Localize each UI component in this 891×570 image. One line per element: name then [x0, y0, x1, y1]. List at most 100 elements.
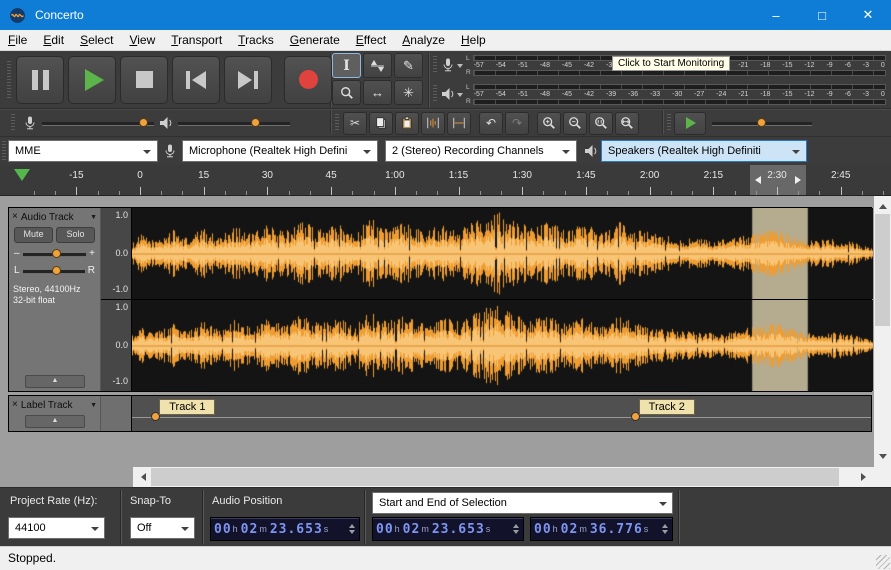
menu-select[interactable]: Select: [72, 30, 121, 50]
toolbar-grip[interactable]: [2, 141, 6, 161]
redo-button[interactable]: ↷: [505, 112, 529, 135]
minutes-value[interactable]: 02: [561, 522, 579, 537]
audio-position-display[interactable]: 00h 02m 23.653s: [210, 517, 360, 541]
amplitude-ruler[interactable]: 1.00.0-1.0 1.00.0-1.0: [101, 208, 132, 391]
menu-analyze[interactable]: Analyze: [394, 30, 453, 50]
selection-start-display[interactable]: 00h 02m 23.653s: [372, 517, 524, 541]
hours-value[interactable]: 00: [376, 522, 394, 537]
skip-to-end-button[interactable]: [224, 56, 272, 104]
pan-slider[interactable]: [23, 265, 85, 277]
playback-meter[interactable]: L R -57-54-51-48-45-42-39-36-33-30-27-24…: [430, 80, 891, 108]
slider-thumb[interactable]: [251, 118, 260, 127]
audio-track-title[interactable]: Audio Track: [21, 212, 74, 223]
seconds-value[interactable]: 36.776: [590, 522, 643, 537]
record-button[interactable]: [284, 56, 332, 104]
time-spinner[interactable]: [662, 521, 669, 537]
stop-button[interactable]: [120, 56, 168, 104]
time-spinner[interactable]: [513, 521, 520, 537]
vertical-scroll-thumb[interactable]: [875, 214, 890, 326]
audio-host-combo[interactable]: MME: [8, 140, 158, 162]
envelope-tool-button[interactable]: [363, 53, 392, 78]
copy-button[interactable]: [369, 112, 393, 135]
toolbar-grip[interactable]: [11, 114, 15, 132]
skip-to-start-button[interactable]: [172, 56, 220, 104]
track-menu-caret-icon[interactable]: ▼: [90, 402, 97, 409]
pause-button[interactable]: [16, 56, 64, 104]
slider-thumb[interactable]: [52, 249, 61, 258]
minutes-value[interactable]: 02: [403, 522, 421, 537]
menu-edit[interactable]: Edit: [35, 30, 72, 50]
close-track-button[interactable]: ×: [12, 211, 18, 223]
menu-file[interactable]: File: [0, 30, 35, 50]
menu-generate[interactable]: Generate: [282, 30, 348, 50]
silence-audio-button[interactable]: [447, 112, 471, 135]
menu-help[interactable]: Help: [453, 30, 494, 50]
play-speed-slider[interactable]: [712, 116, 812, 130]
hours-value[interactable]: 00: [214, 522, 232, 537]
vertical-scrollbar[interactable]: [874, 196, 891, 467]
paste-button[interactable]: [395, 112, 419, 135]
waveform-channel-left[interactable]: [132, 208, 873, 299]
slider-thumb[interactable]: [139, 118, 148, 127]
scroll-right-button[interactable]: [857, 467, 874, 487]
recording-volume-slider[interactable]: [42, 116, 154, 130]
close-button[interactable]: ✕: [845, 0, 891, 30]
solo-button[interactable]: Solo: [56, 227, 95, 243]
seconds-value[interactable]: 23.653: [432, 522, 485, 537]
playback-meter-body[interactable]: -57-54-51-48-45-42-39-36-33-30-27-24-21-…: [473, 84, 886, 105]
waveform-channel-right[interactable]: [132, 300, 873, 391]
gain-slider[interactable]: [23, 248, 87, 260]
collapse-track-button[interactable]: ▲: [25, 415, 85, 428]
trim-audio-button[interactable]: [421, 112, 445, 135]
mute-button[interactable]: Mute: [14, 227, 53, 243]
playback-volume-slider[interactable]: [178, 116, 290, 130]
track-label[interactable]: Track 2: [639, 399, 695, 415]
horizontal-scrollbar[interactable]: [133, 467, 874, 487]
recording-channels-combo[interactable]: 2 (Stereo) Recording Channels: [385, 140, 577, 162]
selection-mode-combo[interactable]: Start and End of Selection: [372, 492, 673, 514]
track-canvas[interactable]: × Audio Track ▼ Mute Solo – + L: [0, 196, 891, 467]
resize-grip[interactable]: [876, 555, 890, 569]
menu-transport[interactable]: Transport: [163, 30, 230, 50]
toolbar-grip[interactable]: [433, 85, 437, 103]
zoom-to-selection-button[interactable]: [589, 112, 613, 135]
timeshift-tool-button[interactable]: ↔: [363, 80, 392, 105]
slider-thumb[interactable]: [52, 266, 61, 275]
zoom-tool-button[interactable]: [332, 80, 361, 105]
zoom-fit-button[interactable]: [615, 112, 639, 135]
playhead-triangle-icon[interactable]: [14, 169, 30, 181]
draw-tool-button[interactable]: ✎: [394, 53, 423, 78]
playback-device-combo[interactable]: Speakers (Realtek High Definiti: [601, 140, 807, 162]
slider-thumb[interactable]: [757, 118, 766, 127]
label-track-content[interactable]: Track 1Track 2: [132, 396, 871, 431]
zoom-in-button[interactable]: [537, 112, 561, 135]
collapse-track-button[interactable]: ▲: [25, 375, 85, 388]
snap-to-combo[interactable]: Off: [130, 517, 195, 539]
waveform-view[interactable]: [132, 208, 871, 391]
menu-tracks[interactable]: Tracks: [230, 30, 282, 50]
scroll-up-button[interactable]: [874, 196, 891, 213]
horizontal-scroll-thumb[interactable]: [151, 468, 839, 486]
title-bar[interactable]: Concerto – □ ✕: [0, 0, 891, 30]
timeline-ruler[interactable]: -1501530451:001:151:301:452:002:152:302:…: [0, 165, 891, 196]
toolbar-grip[interactable]: [335, 114, 339, 132]
maximize-button[interactable]: □: [799, 0, 845, 30]
label-track-title[interactable]: Label Track: [21, 400, 73, 411]
toolbar-grip[interactable]: [667, 114, 671, 132]
play-button[interactable]: [68, 56, 116, 104]
seconds-value[interactable]: 23.653: [270, 522, 323, 537]
project-rate-combo[interactable]: 44100: [8, 517, 105, 539]
close-track-button[interactable]: ×: [12, 399, 18, 411]
track-menu-caret-icon[interactable]: ▼: [90, 214, 97, 221]
selection-end-display[interactable]: 00h 02m 36.776s: [530, 517, 673, 541]
scroll-down-button[interactable]: [874, 450, 891, 467]
time-spinner[interactable]: [349, 521, 356, 537]
multi-tool-button[interactable]: ✳: [394, 80, 423, 105]
recording-device-combo[interactable]: Microphone (Realtek High Defini: [182, 140, 378, 162]
toolbar-grip[interactable]: [433, 56, 437, 74]
menu-view[interactable]: View: [121, 30, 163, 50]
cut-button[interactable]: ✂: [343, 112, 367, 135]
hours-value[interactable]: 00: [534, 522, 552, 537]
play-at-speed-button[interactable]: [674, 112, 706, 135]
minutes-value[interactable]: 02: [241, 522, 259, 537]
